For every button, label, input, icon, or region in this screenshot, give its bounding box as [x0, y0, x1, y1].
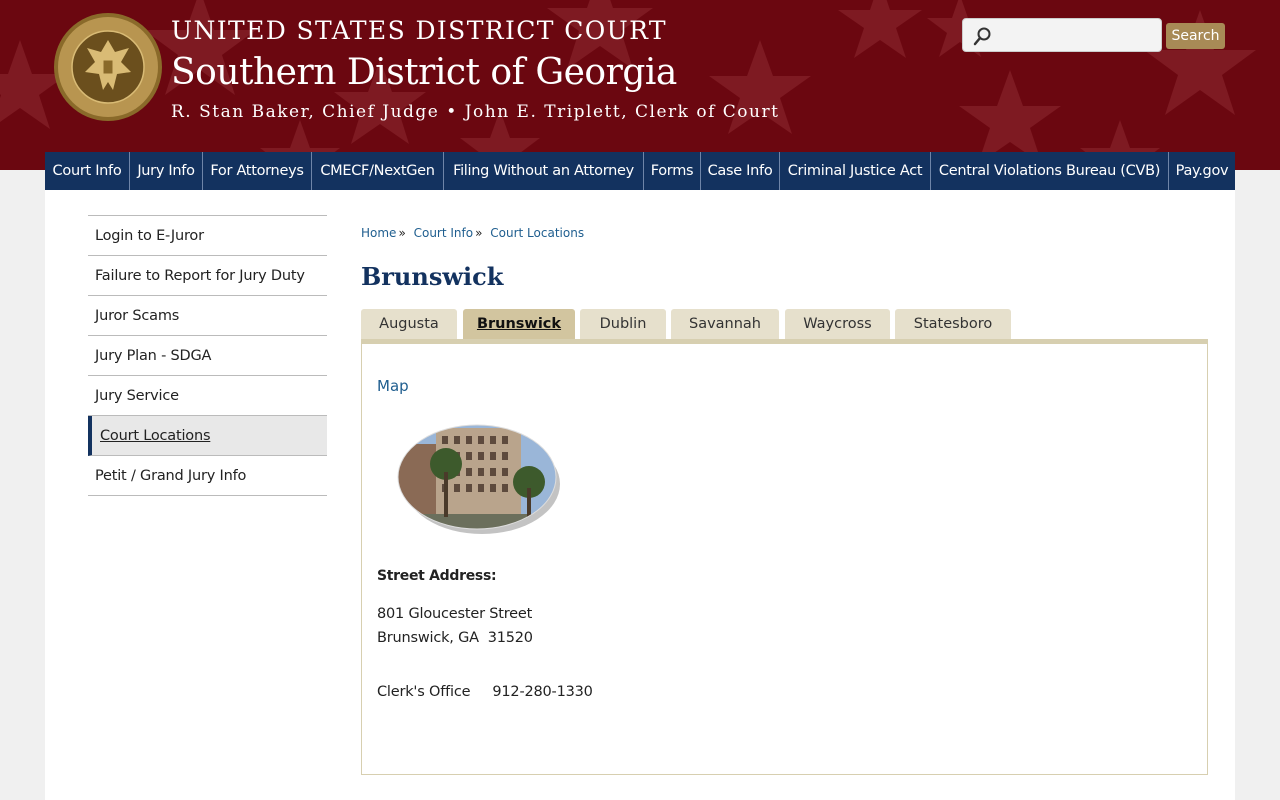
breadcrumb-separator: » — [398, 226, 406, 240]
sidebar-item-jury-plan[interactable]: Jury Plan - SDGA — [88, 336, 327, 376]
nav-item-criminal-justice-act[interactable]: Criminal Justice Act — [780, 152, 931, 190]
breadcrumb-court-locations[interactable]: Court Locations — [490, 226, 584, 240]
sidebar-item-failure-to-report[interactable]: Failure to Report for Jury Duty — [88, 256, 327, 296]
courthouse-photo — [397, 424, 560, 534]
sidebar-item-petit-grand-jury[interactable]: Petit / Grand Jury Info — [88, 456, 327, 496]
nav-item-case-info[interactable]: Case Info — [701, 152, 780, 190]
district-name[interactable]: Southern District of Georgia — [171, 52, 677, 93]
breadcrumb-home[interactable]: Home — [361, 226, 396, 240]
tab-savannah[interactable]: Savannah — [671, 309, 779, 340]
clerk-office-phone: Clerk's Office 912-280-1330 — [377, 684, 593, 700]
breadcrumb-court-info[interactable]: Court Info — [414, 226, 474, 240]
tab-statesboro[interactable]: Statesboro — [895, 309, 1011, 340]
nav-item-pay-gov[interactable]: Pay.gov — [1169, 152, 1235, 190]
tab-dublin[interactable]: Dublin — [580, 309, 666, 340]
tab-panel — [361, 339, 1208, 775]
search-box[interactable] — [962, 18, 1162, 52]
breadcrumb: Home» Court Info» Court Locations — [361, 226, 584, 240]
address-line-2: Brunswick, GA 31520 — [377, 630, 533, 646]
nav-item-for-attorneys[interactable]: For Attorneys — [203, 152, 312, 190]
sidebar-item-jury-service[interactable]: Jury Service — [88, 376, 327, 416]
main-nav: Court Info Jury Info For Attorneys CMECF… — [45, 152, 1235, 190]
nav-item-cmecf[interactable]: CMECF/NextGen — [312, 152, 444, 190]
search-input[interactable] — [997, 23, 1157, 47]
breadcrumb-separator: » — [475, 226, 483, 240]
tab-brunswick[interactable]: Brunswick — [463, 309, 575, 340]
search-button[interactable]: Search — [1166, 23, 1225, 49]
tab-waycross[interactable]: Waycross — [785, 309, 890, 340]
nav-item-filing-without-attorney[interactable]: Filing Without an Attorney — [444, 152, 644, 190]
sidebar: Login to E-Juror Failure to Report for J… — [88, 215, 327, 496]
nav-item-jury-info[interactable]: Jury Info — [130, 152, 203, 190]
sidebar-item-login-e-juror[interactable]: Login to E-Juror — [88, 216, 327, 256]
sidebar-item-juror-scams[interactable]: Juror Scams — [88, 296, 327, 336]
address-line-1: 801 Gloucester Street — [377, 606, 533, 622]
court-officials: R. Stan Baker, Chief Judge • John E. Tri… — [171, 102, 780, 122]
map-link[interactable]: Map — [377, 377, 409, 395]
street-address-label: Street Address: — [377, 568, 497, 584]
court-seal-logo — [54, 13, 162, 121]
nav-item-court-info[interactable]: Court Info — [45, 152, 130, 190]
court-name: UNITED STATES DISTRICT COURT — [171, 16, 667, 45]
page-title: Brunswick — [361, 262, 504, 291]
tab-augusta[interactable]: Augusta — [361, 309, 457, 340]
sidebar-item-court-locations[interactable]: Court Locations — [88, 416, 327, 456]
nav-item-cvb[interactable]: Central Violations Bureau (CVB) — [931, 152, 1169, 190]
nav-item-forms[interactable]: Forms — [644, 152, 701, 190]
site-header: UNITED STATES DISTRICT COURT Southern Di… — [0, 0, 1280, 170]
search-icon — [973, 27, 991, 46]
